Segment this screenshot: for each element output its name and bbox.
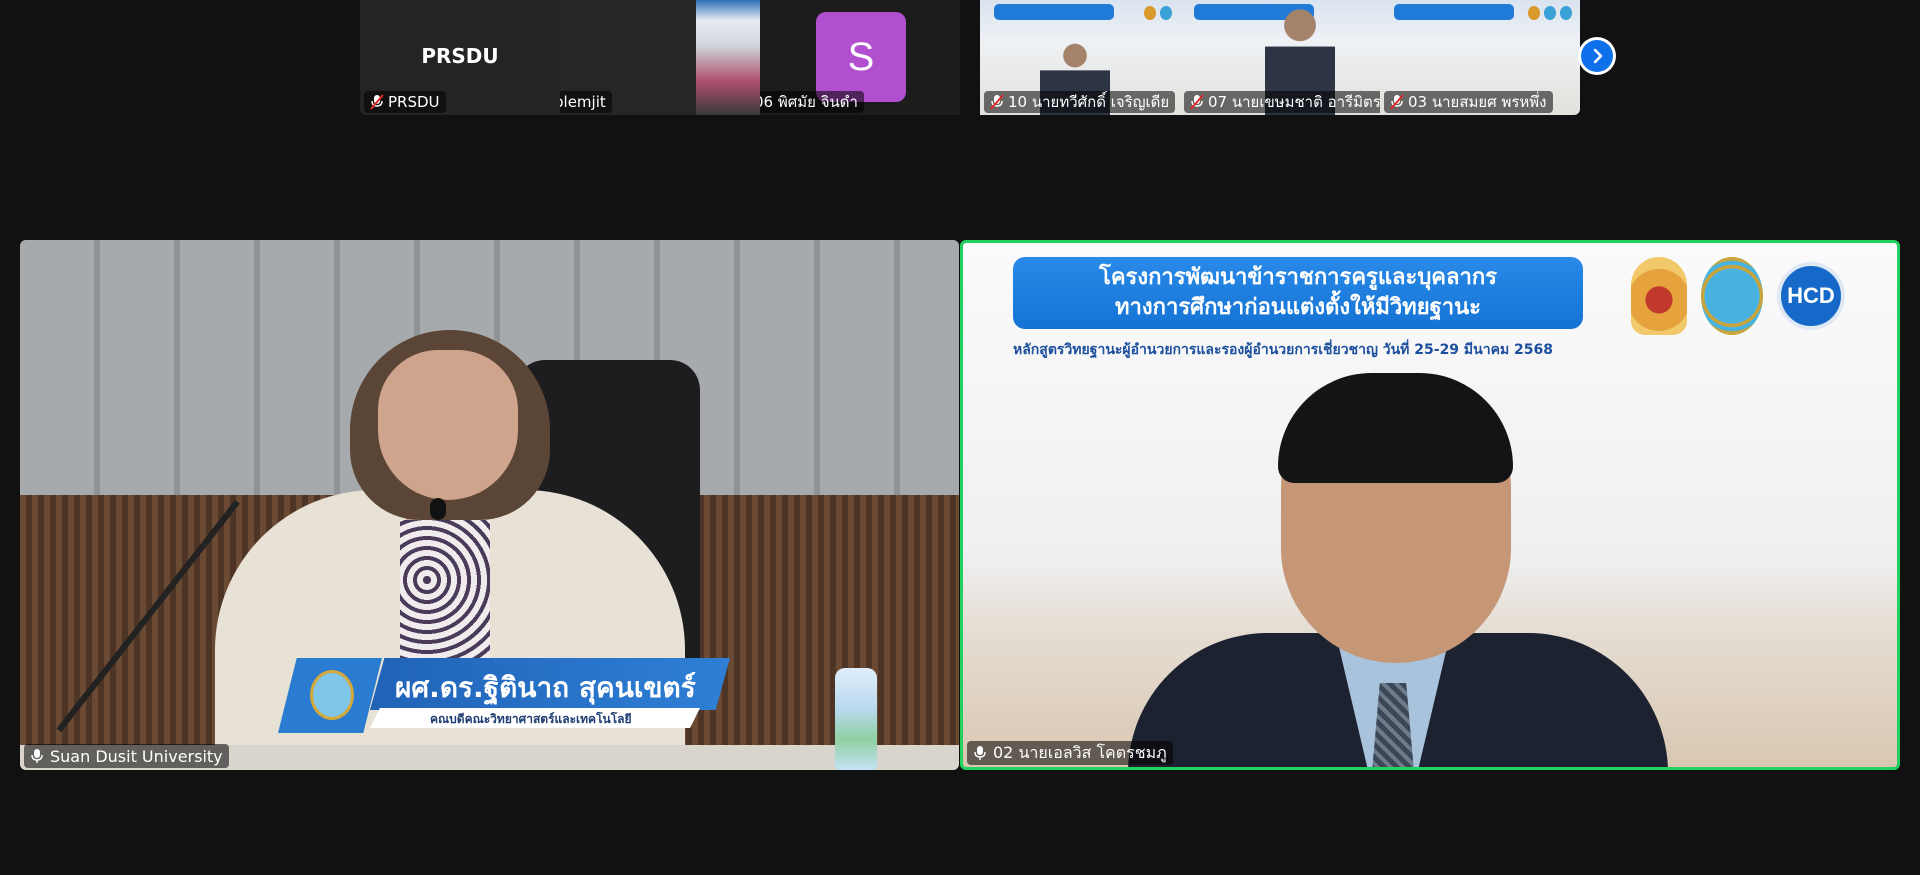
water-bottle (835, 668, 877, 770)
speaker-title: คณบดีคณะวิทยาศาสตร์และเทคโนโลยี (430, 712, 632, 726)
banner-line-2: ทางการศึกษาก่อนแต่งตั้งให้มีวิทยฐานะ (1115, 295, 1481, 320)
next-page-button[interactable] (1578, 37, 1616, 75)
thumbnail-name-tag: 03 นายสมยศ พรหพึ่ง (1384, 91, 1553, 113)
chevron-right-icon (1593, 48, 1603, 64)
tile-name: 02 นายเอลวิส โคตรชมภู (993, 742, 1167, 762)
mic-muted-icon (990, 94, 1004, 110)
mic-on-icon (974, 746, 986, 760)
university-seal-icon (1701, 257, 1763, 335)
video-tile-suan-dusit[interactable]: ผศ.ดร.ฐิตินาถ สุคนเขตร์ คณบดีคณะวิทยาศาส… (20, 240, 959, 770)
speaker-name: ผศ.ดร.ฐิตินาถ สุคนเขตร์ (395, 671, 696, 704)
speaker-hair (1278, 373, 1513, 483)
video-banner (1394, 4, 1514, 20)
tile-name-tag: Suan Dusit University (24, 744, 229, 768)
banner-subtitle: หลักสูตรวิทยฐานะผู้อำนวยการและรองผู้อำนว… (1013, 342, 1554, 358)
thumbnail-10[interactable]: 10 นายทวีศักดิ์ เจริญเดีย (980, 0, 1180, 115)
ministry-emblem-icon (1631, 257, 1687, 335)
video-logos (1144, 6, 1172, 20)
thumbnail-prsdu[interactable]: PRSDU PRSDU (360, 0, 560, 115)
thumbnail-06[interactable]: S 06 พิศมัย จินดำ (760, 0, 960, 115)
participant-thumbnail-strip: PRSDU PRSDU plemjit (360, 0, 1580, 115)
thumbnail-03[interactable]: 03 นายสมยศ พรหพึ่ง (1380, 0, 1580, 115)
mic-muted-icon (1190, 94, 1204, 110)
participant-video (696, 0, 760, 115)
thumbnail-plemjit[interactable]: plemjit (560, 0, 760, 115)
lower-third-caption: ผศ.ดร.ฐิตินาถ สุคนเขตร์ คณบดีคณะวิทยาศาส… (260, 658, 740, 733)
mic-muted-icon (1390, 94, 1404, 110)
thumbnail-display-name: PRSDU (421, 44, 499, 68)
thumbnail-name: PRSDU (388, 93, 440, 111)
thumbnail-name-tag: PRSDU (364, 91, 446, 113)
thumbnail-name: 10 นายทวีศักดิ์ เจริญเดีย (1008, 93, 1170, 111)
tile-name: Suan Dusit University (50, 746, 223, 766)
logo-row: HCD (1631, 257, 1845, 335)
thumbnail-name-tag: 10 นายทวีศักดิ์ เจริญเดีย (984, 91, 1176, 113)
speaker-face (378, 350, 518, 500)
thumbnail-name: plemjit (560, 93, 606, 111)
thumbnail-name-tag: plemjit (560, 91, 612, 113)
video-tile-active-speaker[interactable]: โครงการพัฒนาข้าราชการครูและบุคลากร ทางกา… (960, 240, 1900, 770)
thumbnail-name: 07 นายเขษมชาติ อารีมิตร (1208, 93, 1380, 111)
thumbnail-name-tag: 06 พิศมัย จินดำ (760, 91, 864, 113)
university-logo-icon (310, 670, 354, 720)
thumbnail-name-tag: 07 นายเขษมชาติ อารีมิตร (1184, 91, 1380, 113)
banner-line-1: โครงการพัฒนาข้าราชการครูและบุคลากร (1099, 265, 1497, 290)
mic-on-icon (31, 749, 43, 763)
thumbnail-name: 06 พิศมัย จินดำ (760, 93, 858, 111)
video-logos (1528, 6, 1572, 20)
microphone (430, 498, 446, 520)
video-banner (994, 4, 1114, 20)
avatar: S (816, 12, 906, 102)
tile-name-tag: 02 นายเอลวิส โคตรชมภู (967, 741, 1173, 765)
meeting-stage: PRSDU PRSDU plemjit (0, 0, 1920, 875)
hcd-logo: HCD (1777, 262, 1845, 330)
virtual-background-banner: โครงการพัฒนาข้าราชการครูและบุคลากร ทางกา… (1013, 257, 1583, 329)
mic-muted-icon (370, 94, 384, 110)
thumbnail-name: 03 นายสมยศ พรหพึ่ง (1408, 93, 1547, 111)
thumbnail-07[interactable]: 07 นายเขษมชาติ อารีมิตร (1180, 0, 1380, 115)
